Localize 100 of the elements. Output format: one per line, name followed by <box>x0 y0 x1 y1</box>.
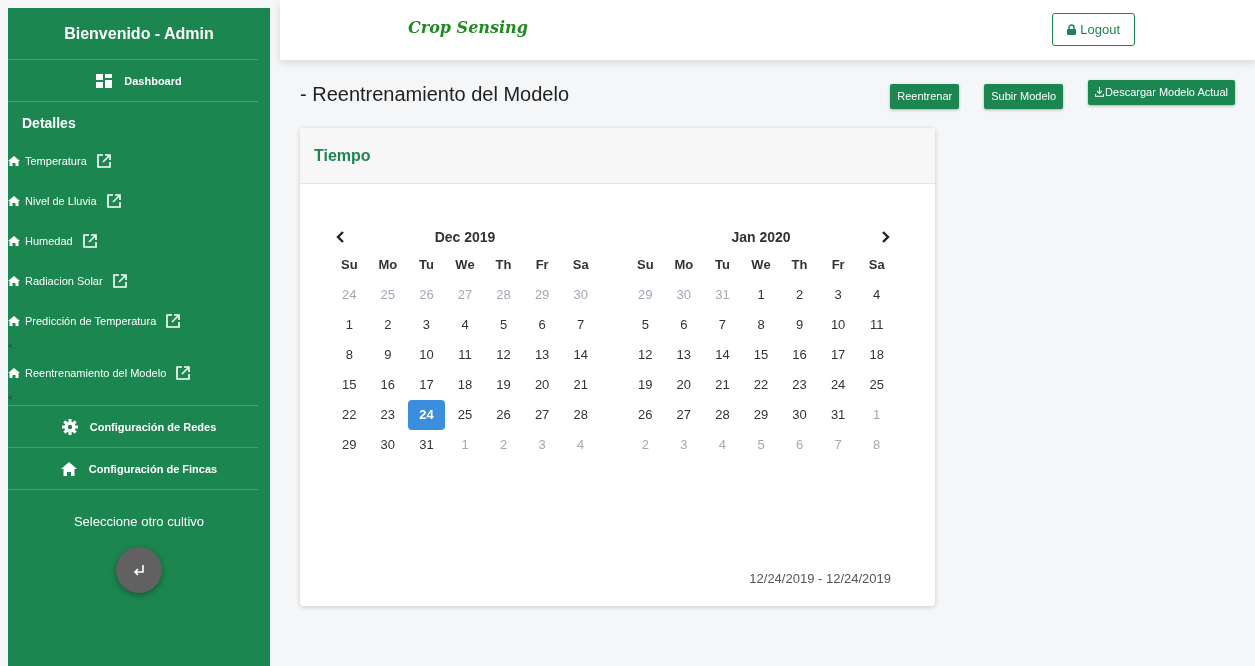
calendar-day[interactable]: 23 <box>369 400 407 430</box>
sidebar-item[interactable]: Reentrenamiento del Modelo <box>8 353 270 393</box>
calendar-day[interactable]: 26 <box>485 400 522 430</box>
sidebar-item[interactable]: Predicción de Temperatura <box>8 301 270 341</box>
home-icon <box>8 368 20 378</box>
action-button[interactable]: Subir Modelo <box>984 83 1064 109</box>
calendar-day[interactable]: 7 <box>704 310 741 340</box>
sidebar-item[interactable]: Configuración de Fincas <box>8 448 270 489</box>
calendar-day[interactable]: 6 <box>523 310 561 340</box>
calendar-day[interactable]: 21 <box>562 370 599 400</box>
calendar-day[interactable]: 28 <box>704 400 741 430</box>
calendar-day[interactable]: 11 <box>446 340 484 370</box>
weekday-label: Sa <box>867 256 886 274</box>
sidebar-item[interactable]: Nivel de Lluvia <box>8 181 270 221</box>
calendar-day[interactable]: 15 <box>331 370 368 400</box>
calendar-day[interactable]: 3 <box>819 280 857 310</box>
weekday-label: Sa <box>571 256 590 274</box>
weekday-label: We <box>750 256 772 274</box>
calendar-day[interactable]: 1 <box>742 280 780 310</box>
logout-button[interactable]: Logout <box>1052 13 1135 46</box>
calendar-day[interactable]: 6 <box>665 310 703 340</box>
month-label: Jan 2020 <box>731 229 791 245</box>
weekday-label: Fr <box>534 256 550 274</box>
calendar-day[interactable]: 28 <box>562 400 599 430</box>
calendar-day[interactable]: 13 <box>523 340 561 370</box>
calendar-day[interactable]: 19 <box>627 370 664 400</box>
calendar-day[interactable]: 12 <box>485 340 522 370</box>
calendar-day[interactable]: 30 <box>781 400 818 430</box>
calendar-day[interactable]: 22 <box>742 370 780 400</box>
calendar-day[interactable]: 1 <box>331 310 368 340</box>
calendar-day[interactable]: 17 <box>408 370 445 400</box>
calendar-day[interactable]: 16 <box>781 340 818 370</box>
calendar-day[interactable]: 4 <box>446 310 484 340</box>
calendar-day[interactable]: 20 <box>665 370 703 400</box>
external-link-icon <box>96 154 111 168</box>
weekday-label: Tu <box>417 256 435 274</box>
weekday-label: Th <box>494 256 513 274</box>
month-label: Dec 2019 <box>434 229 496 245</box>
date-range: 12/24/2019 - 12/24/2019 <box>749 571 891 586</box>
previous-month-icon[interactable] <box>336 231 345 243</box>
calendar-day[interactable]: 17 <box>819 340 857 370</box>
calendar-day[interactable]: 29 <box>331 430 368 460</box>
calendar-day[interactable]: 5 <box>627 310 664 340</box>
calendar-day[interactable]: 31 <box>819 400 857 430</box>
action-button[interactable]: Descargar Modelo Actual <box>1088 79 1235 105</box>
calendar-day[interactable]: 8 <box>742 310 780 340</box>
calendar-day[interactable]: 18 <box>446 370 484 400</box>
brand-logo: Crop Sensing <box>408 17 528 37</box>
calendar-day[interactable]: 29 <box>742 400 780 430</box>
external-link-icon <box>176 366 191 380</box>
calendar-day[interactable]: 24 <box>819 370 857 400</box>
calendar-day[interactable]: 9 <box>781 310 818 340</box>
calendar-day[interactable]: 4 <box>858 280 895 310</box>
calendar-day[interactable]: 27 <box>523 400 561 430</box>
weekday-label: Su <box>635 256 655 274</box>
calendar-day[interactable]: 20 <box>523 370 561 400</box>
calendar-day[interactable]: 18 <box>858 340 895 370</box>
collapse-marker: < <box>8 341 13 351</box>
lock-icon <box>1067 24 1077 35</box>
calendar-day[interactable]: 11 <box>858 310 895 340</box>
action-button[interactable]: Reentrenar <box>890 83 960 109</box>
home-icon <box>8 276 20 286</box>
weekday-label: Fr <box>830 256 846 274</box>
calendar-day[interactable]: 3 <box>408 310 445 340</box>
calendar-day[interactable]: 16 <box>369 370 407 400</box>
calendar-day[interactable]: 19 <box>485 370 522 400</box>
calendar-day[interactable]: 25 <box>858 370 895 400</box>
calendar-day[interactable]: 10 <box>819 310 857 340</box>
calendar-day[interactable]: 10 <box>408 340 445 370</box>
calendar-day[interactable]: 13 <box>665 340 703 370</box>
next-month-icon[interactable] <box>881 231 890 243</box>
calendar-day[interactable]: 26 <box>627 400 664 430</box>
calendar-day[interactable]: 2 <box>369 310 407 340</box>
calendar-day[interactable]: 31 <box>408 430 445 460</box>
calendar-day[interactable]: 8 <box>331 340 368 370</box>
calendar-day[interactable]: 27 <box>665 400 703 430</box>
calendar-day[interactable]: 30 <box>369 430 407 460</box>
sidebar-item[interactable]: Temperatura <box>8 141 270 181</box>
calendar-day[interactable]: 14 <box>562 340 599 370</box>
sidebar-item[interactable]: Configuración de Redes <box>8 406 270 447</box>
calendar-day[interactable]: 9 <box>369 340 407 370</box>
home-icon <box>8 236 20 246</box>
calendar-day[interactable]: 12 <box>627 340 664 370</box>
calendar-day[interactable]: 22 <box>331 400 368 430</box>
dashboard-link[interactable]: Dashboard <box>8 60 270 101</box>
calendar-day[interactable]: 25 <box>446 400 484 430</box>
calendar-day[interactable]: 7 <box>562 310 599 340</box>
calendar-day[interactable]: 5 <box>485 310 522 340</box>
section-heading: Detalles <box>21 114 77 133</box>
sidebar-item[interactable]: Humedad <box>8 221 270 261</box>
external-link-icon <box>106 194 121 208</box>
home-icon <box>8 316 20 326</box>
sidebar-item[interactable]: Radiacion Solar <box>8 261 270 301</box>
calendar-day[interactable]: 21 <box>704 370 741 400</box>
calendar-day[interactable]: 14 <box>704 340 741 370</box>
weekday-label: Su <box>339 256 359 274</box>
calendar-day[interactable]: 15 <box>742 340 780 370</box>
calendar-day[interactable]: 23 <box>781 370 818 400</box>
home-icon <box>8 156 20 166</box>
calendar-day[interactable]: 2 <box>781 280 818 310</box>
